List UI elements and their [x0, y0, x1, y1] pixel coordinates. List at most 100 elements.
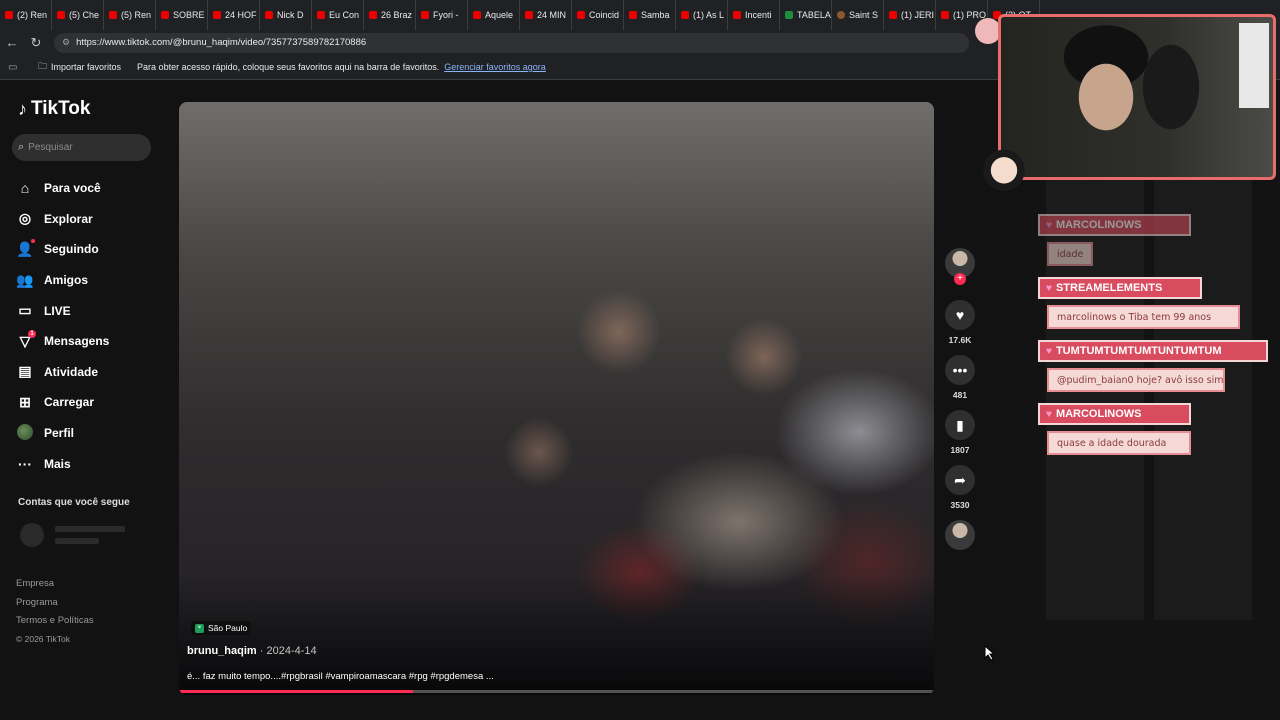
sound-avatar[interactable] — [945, 520, 975, 550]
tiktok-note-icon: ♪ — [18, 98, 27, 119]
author-avatar-action[interactable]: + — [944, 248, 976, 300]
tab-label: Nick D — [277, 10, 304, 20]
tab-label: Aquele — [485, 10, 514, 20]
location-tag[interactable]: ⌖ São Paulo — [191, 621, 252, 635]
reading-list-icon[interactable]: ▭ — [8, 62, 22, 73]
video-progress-bar[interactable] — [179, 690, 934, 693]
tiktok-page: ♪ TikTok ⌕ Pesquisar ⌂ Para você ◎ Explorar… — [0, 80, 1030, 720]
post-date: 2024-4-14 — [266, 645, 317, 657]
browser-tab[interactable]: Samba — [624, 0, 676, 30]
browser-tab[interactable]: Fyori - — [416, 0, 468, 30]
sidebar-item-amigos[interactable]: 👥 Amigos — [16, 265, 109, 296]
author-name[interactable]: brunu_haqim — [187, 645, 257, 657]
sidebar-item-live[interactable]: ▭ LIVE — [16, 295, 109, 326]
youtube-icon — [889, 11, 897, 19]
chat-message: idade — [1047, 242, 1093, 266]
copyright: © 2026 TikTok — [16, 633, 70, 644]
save-count: 1807 — [950, 445, 970, 455]
sidebar-item-para-voc-[interactable]: ⌂ Para você — [16, 173, 109, 204]
tab-label: Fyori - — [433, 10, 459, 20]
author-avatar[interactable]: + — [945, 248, 975, 285]
comment-action[interactable]: ••• 481 — [944, 355, 976, 410]
browser-tab[interactable]: Eu Con — [312, 0, 364, 30]
sidebar-item-label: Amigos — [44, 273, 89, 288]
save-action[interactable]: ▮ 1807 — [944, 410, 976, 465]
chat-badge-icon: ♥ — [1046, 345, 1052, 357]
sidebar-item-label: Explorar — [44, 211, 93, 226]
youtube-icon — [681, 11, 689, 19]
profile-avatar-icon — [16, 423, 34, 443]
sound-avatar-action[interactable] — [944, 520, 976, 550]
reload-icon[interactable]: ↻ — [24, 31, 48, 55]
sidebar-item-carregar[interactable]: ⊞ Carregar — [16, 387, 109, 418]
youtube-icon — [265, 11, 273, 19]
comment-icon[interactable]: ••• — [945, 355, 975, 385]
video-player[interactable]: ⌖ São Paulo brunu_haqim · 2024-4-14 é...… — [179, 102, 934, 695]
footer-link-programa[interactable]: Programa — [16, 597, 94, 616]
url-input[interactable]: ⚙ https://www.tiktok.com/@brunu_haqim/vi… — [54, 32, 969, 53]
browser-tab[interactable]: 24 MIN — [520, 0, 572, 30]
footer-link-empresa[interactable]: Empresa — [16, 578, 94, 597]
upload-icon: ⊞ — [19, 393, 31, 410]
mascot-avatar — [981, 145, 1027, 191]
tab-label: Eu Con — [329, 10, 360, 20]
browser-tab[interactable]: TABELA — [780, 0, 832, 30]
browser-tab[interactable]: Saint S — [832, 0, 884, 30]
tab-label: Incenti — [745, 10, 772, 20]
loading-line-placeholder — [55, 538, 99, 544]
youtube-icon — [161, 11, 169, 19]
sidebar-item-explorar[interactable]: ◎ Explorar — [16, 204, 109, 235]
manage-bookmarks-link[interactable]: Gerenciar favoritos agora — [444, 62, 546, 72]
like-action[interactable]: ♥ 17.6K — [944, 300, 976, 355]
share-action[interactable]: ➦ 3530 — [944, 465, 976, 520]
browser-tab[interactable]: SOBRE — [156, 0, 208, 30]
footer-link-termos[interactable]: Termos e Políticas — [16, 615, 94, 634]
whiteboard — [1239, 23, 1269, 108]
browser-tab[interactable]: (1) JERI — [884, 0, 936, 30]
compass-icon: ◎ — [18, 210, 32, 227]
tiktok-logo[interactable]: ♪ TikTok — [18, 98, 90, 120]
browser-tab[interactable]: 26 Braz — [364, 0, 416, 30]
follow-plus-icon[interactable]: + — [954, 273, 966, 285]
activity-icon: ▤ — [18, 363, 32, 380]
share-arrow-icon[interactable]: ➦ — [945, 465, 975, 495]
browser-tab[interactable]: (5) Ren — [104, 0, 156, 30]
browser-tab[interactable]: 24 HOF — [208, 0, 260, 30]
friends-icon: 👥 — [16, 271, 34, 288]
browser-tab[interactable]: (5) Che — [52, 0, 104, 30]
following-accounts-title: Contas que você segue — [18, 497, 130, 508]
browser-tab[interactable]: (1) As L — [676, 0, 728, 30]
browser-tab[interactable]: Coincid — [572, 0, 624, 30]
comment-count: 481 — [952, 390, 968, 400]
tab-label: 24 MIN — [537, 10, 567, 20]
sidebar-item-perfil[interactable]: Perfil — [16, 418, 109, 449]
youtube-icon — [941, 11, 949, 19]
browser-tab[interactable]: Incenti — [728, 0, 780, 30]
youtube-icon — [421, 11, 429, 19]
sidebar-menu: ⌂ Para você ◎ Explorar 👤 Seguindo 👥 Amigos ▭ LIVE… — [16, 173, 109, 479]
chat-message: quase a idade dourada — [1047, 431, 1191, 455]
tab-label: Samba — [641, 10, 670, 20]
sidebar-item-mais[interactable]: ··· Mais — [16, 448, 109, 479]
youtube-icon — [109, 11, 117, 19]
sidebar-item-atividade[interactable]: ▤ Atividade — [16, 357, 109, 388]
back-arrow-icon[interactable]: ← — [0, 31, 24, 55]
site-info-icon[interactable]: ⚙ — [62, 37, 70, 48]
browser-tab[interactable]: Nick D — [260, 0, 312, 30]
browser-tab[interactable]: (2) Ren — [0, 0, 52, 30]
chat-message: @pudim_baian0 hoje? avô isso sim — [1047, 368, 1225, 392]
search-input[interactable]: ⌕ Pesquisar — [12, 134, 151, 161]
bookmark-icon[interactable]: ▮ — [945, 410, 975, 440]
video-action-bar: + ♥ 17.6K ••• 481 ▮ 1807 ➦ 3530 — [944, 248, 976, 550]
sidebar-item-label: Perfil — [44, 426, 75, 441]
sidebar-item-mensagens[interactable]: ▽ 1 Mensagens — [16, 326, 109, 357]
youtube-icon — [733, 11, 741, 19]
folder-icon: 🗀 — [38, 61, 48, 71]
sidebar-item-seguindo[interactable]: 👤 Seguindo — [16, 234, 109, 265]
sheets-icon — [785, 11, 793, 19]
sidebar-item-label: Seguindo — [44, 242, 99, 257]
heart-icon[interactable]: ♥ — [945, 300, 975, 330]
import-bookmarks-button[interactable]: 🗀 Importar favoritos — [38, 59, 121, 75]
browser-tab[interactable]: Aquele — [468, 0, 520, 30]
video-caption[interactable]: é... faz muito tempo....#rpgbrasil #vamp… — [187, 671, 494, 682]
